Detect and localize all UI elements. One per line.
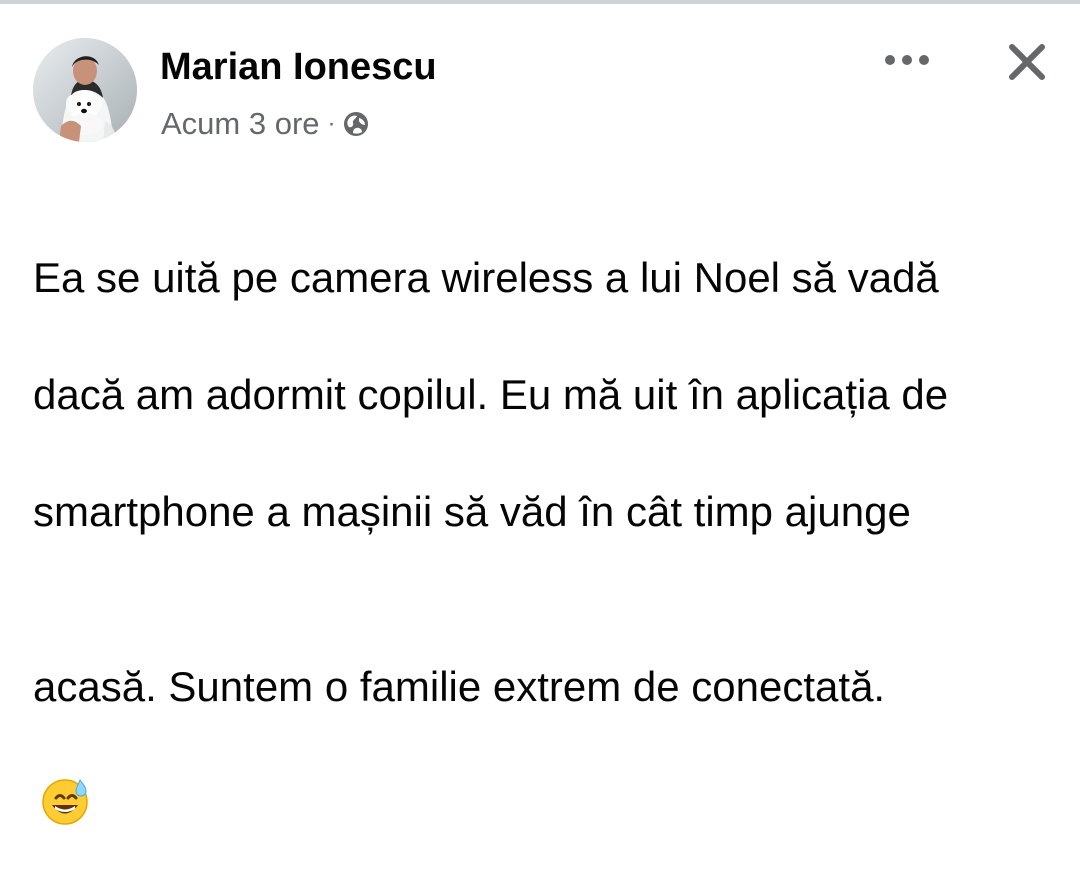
post-text-line-4-copy: acasă. Suntem o familie extrem de conect… <box>33 663 886 710</box>
grinning-face-with-sweat-emoji <box>39 717 91 825</box>
close-button[interactable] <box>998 34 1056 90</box>
more-options-button[interactable] <box>880 40 934 80</box>
post-text-line-3: smartphone a mașinii să văd în cât timp … <box>33 487 911 535</box>
post-meta: Acum 3 ore · <box>161 104 370 144</box>
post-body: Ea se uită pe camera wireless a lui Noel… <box>33 190 1068 886</box>
avatar[interactable] <box>33 38 137 142</box>
globe-icon <box>342 110 370 138</box>
close-icon <box>1009 44 1045 80</box>
post-text-line-2: dacă am adormit copilul. Eu mă uit în ap… <box>33 370 949 418</box>
post-time[interactable]: Acum 3 ore <box>161 106 320 142</box>
profile-photo <box>33 38 137 142</box>
meta-separator: · <box>327 110 336 137</box>
post-text-line-4: acasă. Suntem o familie extrem de conect… <box>33 600 1068 833</box>
facebook-post: Marian Ionescu Acum 3 ore · Ea se uită p… <box>0 4 1080 825</box>
author-name[interactable]: Marian Ionescu <box>160 43 437 91</box>
more-horizontal-icon <box>885 55 929 65</box>
post-text-line-1: Ea se uită pe camera wireless a lui Noel… <box>33 253 939 301</box>
